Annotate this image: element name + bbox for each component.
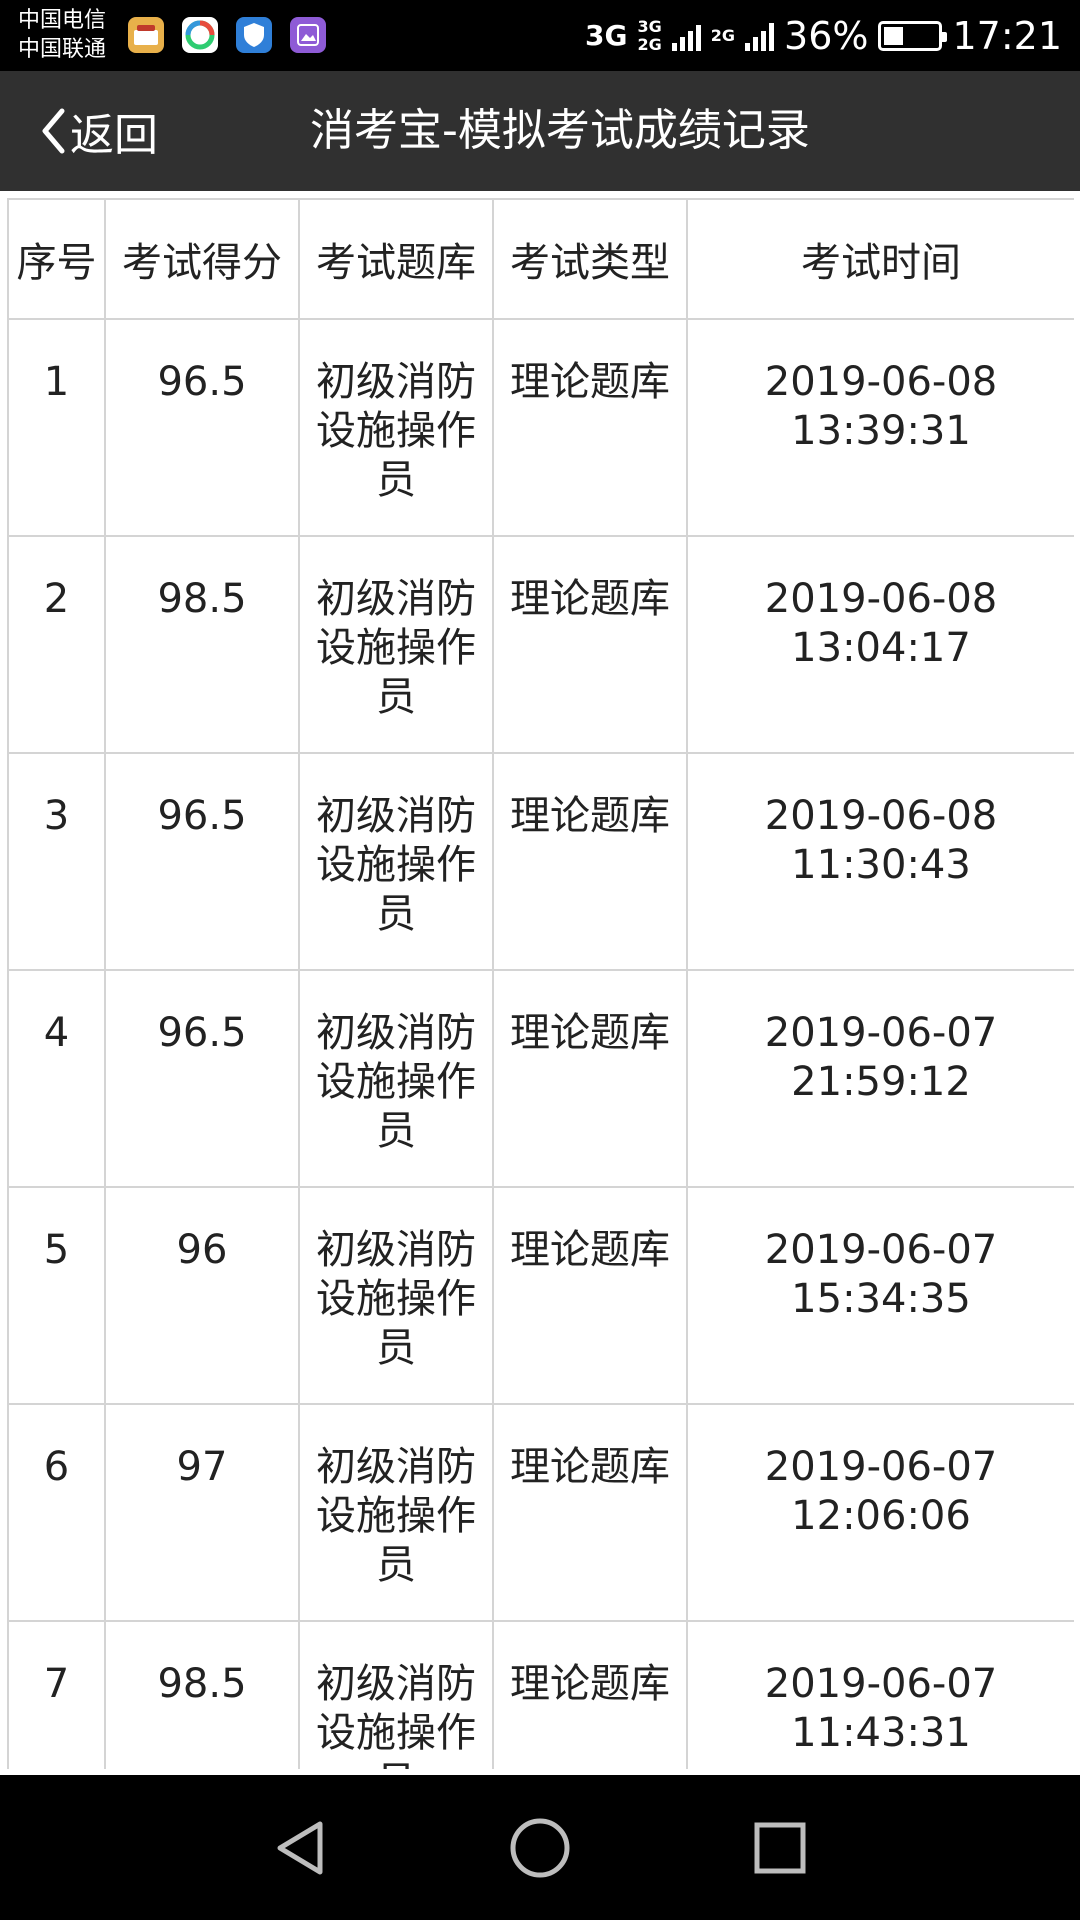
cell-time: 2019-06-07 15:34:35 [686, 1186, 1074, 1405]
network-type-2: 3G 2G [637, 16, 662, 54]
back-label: 返回 [70, 110, 158, 161]
cell-type: 理论题库 [492, 318, 688, 537]
cell-score: 96.5 [104, 752, 300, 971]
score-table-container[interactable]: 序号 考试得分 考试题库 考试类型 考试时间 1 96.5 初级消防设施操作员 … [7, 198, 1074, 1769]
cell-bank: 初级消防设施操作员 [298, 1403, 494, 1622]
cell-date-text: 2019-06-08 [764, 359, 998, 405]
table-row: 1 96.5 初级消防设施操作员 理论题库 2019-06-08 13:39:31 [7, 318, 1074, 537]
cell-no: 6 [7, 1403, 106, 1622]
cell-score: 96.5 [104, 969, 300, 1188]
page-title: 消考宝-模拟考试成绩记录 [310, 105, 810, 156]
table-row: 7 98.5 初级消防设施操作员 理论题库 2019-06-0711:43:31 [7, 1620, 1074, 1769]
cell-type: 理论题库 [492, 1186, 688, 1405]
cell-time: 2019-06-08 13:04:17 [686, 535, 1074, 754]
carrier-info: 中国电信 中国联通 [18, 6, 106, 64]
cell-date-text: 2019-06-08 [764, 576, 998, 622]
status-indicators: 3G 3G 2G 2G 36% 17:21 [585, 0, 1062, 71]
table-header-row: 序号 考试得分 考试题库 考试类型 考试时间 [7, 198, 1074, 320]
cell-bank: 初级消防设施操作员 [298, 752, 494, 971]
cell-type: 理论题库 [492, 969, 688, 1188]
nav-home-button[interactable] [480, 1775, 600, 1920]
shield-app-icon [236, 17, 272, 53]
chevron-left-icon [42, 108, 65, 154]
store-app-icon [128, 17, 164, 53]
cell-time: 2019-06-07 12:06:06 [686, 1403, 1074, 1622]
cell-no: 3 [7, 752, 106, 971]
signal-1-icon [671, 21, 701, 51]
recents-square-icon [754, 1822, 806, 1873]
column-header-type: 考试类型 [492, 198, 688, 320]
carrier-1: 中国电信 [18, 8, 107, 33]
column-header-score: 考试得分 [104, 198, 300, 320]
cell-type: 理论题库 [492, 1620, 688, 1769]
back-triangle-icon [277, 1821, 323, 1874]
carrier-2: 中国联通 [18, 37, 107, 62]
cell-time-text: 21:59:12 [791, 1059, 971, 1105]
back-button[interactable]: 返回 [40, 71, 158, 191]
cell-score: 96.5 [104, 318, 300, 537]
column-header-time: 考试时间 [686, 198, 1074, 320]
battery-percent: 36% [784, 13, 869, 58]
app-header: 消考宝-模拟考试成绩记录 返回 [0, 71, 1080, 191]
system-nav-bar [0, 1775, 1080, 1920]
signal-2-icon [745, 21, 775, 51]
cell-score: 97 [104, 1403, 300, 1622]
cell-date-text: 2019-06-07 [764, 1010, 998, 1056]
cell-score: 96 [104, 1186, 300, 1405]
cell-bank: 初级消防设施操作员 [298, 1620, 494, 1769]
home-circle-icon [510, 1818, 570, 1877]
cell-date-text: 2019-06-07 [764, 1444, 998, 1490]
table-row: 3 96.5 初级消防设施操作员 理论题库 2019-06-08 11:30:43 [7, 752, 1074, 971]
cell-date-text: 2019-06-07 [764, 1661, 998, 1707]
network-type-3: 2G [710, 25, 736, 45]
cell-bank: 初级消防设施操作员 [298, 1186, 494, 1405]
network-type-1: 3G [585, 19, 628, 52]
cell-time: 2019-06-07 11:43:31 [686, 1620, 1074, 1769]
table-row: 5 96 初级消防设施操作员 理论题库 2019-06-07 15:34:35 [7, 1186, 1074, 1405]
cell-bank: 初级消防设施操作员 [298, 318, 494, 537]
cell-time: 2019-06-07 21:59:12 [686, 969, 1074, 1188]
cell-bank: 初级消防设施操作员 [298, 535, 494, 754]
clock: 17:21 [952, 13, 1062, 58]
cell-time-text: 11:43:31 [791, 1710, 971, 1756]
cell-date-text: 2019-06-08 [764, 793, 998, 839]
gallery-app-icon [290, 17, 326, 53]
cell-no: 4 [7, 969, 106, 1188]
cell-date-text: 2019-06-07 [764, 1227, 998, 1273]
colorful-app-icon [182, 17, 218, 53]
cell-no: 5 [7, 1186, 106, 1405]
cell-time-text: 13:04:17 [791, 625, 971, 671]
cell-type: 理论题库 [492, 535, 688, 754]
cell-time-text: 11:30:43 [791, 842, 971, 888]
nav-back-button[interactable] [240, 1775, 360, 1920]
cell-type: 理论题库 [492, 752, 688, 971]
column-header-bank: 考试题库 [298, 198, 494, 320]
table-row: 4 96.5 初级消防设施操作员 理论题库 2019-06-07 21:59:12 [7, 969, 1074, 1188]
table-row: 2 98.5 初级消防设施操作员 理论题库 2019-06-08 13:04:17 [7, 535, 1074, 754]
nav-recents-button[interactable] [720, 1775, 840, 1920]
cell-score: 98.5 [104, 535, 300, 754]
cell-time-text: 15:34:35 [791, 1276, 971, 1322]
column-header-no: 序号 [7, 198, 106, 320]
cell-score: 98.5 [104, 1620, 300, 1769]
cell-no: 1 [7, 318, 106, 537]
cell-type: 理论题库 [492, 1403, 688, 1622]
cell-no: 7 [7, 1620, 106, 1769]
table-row: 6 97 初级消防设施操作员 理论题库 2019-06-07 12:06:06 [7, 1403, 1074, 1622]
cell-time: 2019-06-08 13:39:31 [686, 318, 1074, 537]
cell-time-text: 12:06:06 [791, 1493, 971, 1539]
cell-time-text: 13:39:31 [791, 408, 971, 454]
battery-icon [878, 20, 948, 51]
cell-no: 2 [7, 535, 106, 754]
notification-icons [128, 17, 326, 53]
cell-time: 2019-06-08 11:30:43 [686, 752, 1074, 971]
score-table: 序号 考试得分 考试题库 考试类型 考试时间 1 96.5 初级消防设施操作员 … [7, 198, 1074, 1769]
status-bar: 中国电信 中国联通 3G 3G 2G 2G 36% 17:21 [0, 0, 1080, 71]
cell-bank: 初级消防设施操作员 [298, 969, 494, 1188]
